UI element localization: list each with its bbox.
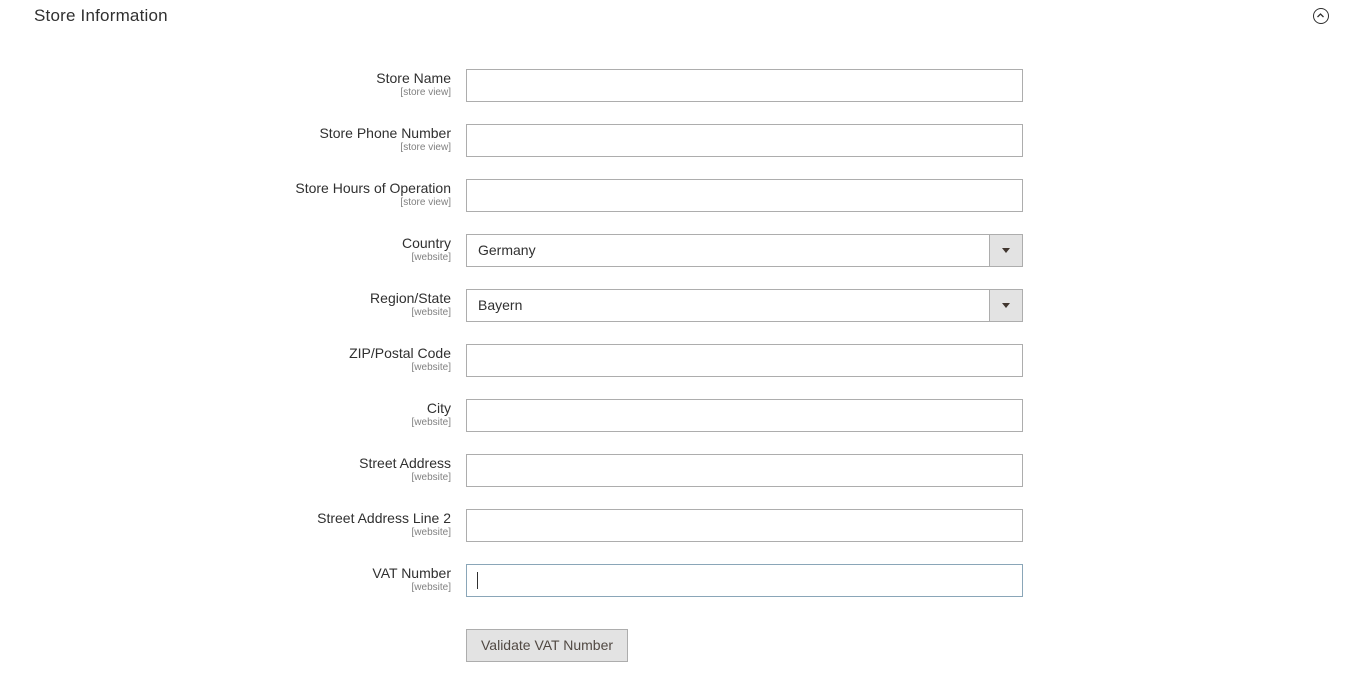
street2-input[interactable] [466,509,1023,542]
store-phone-scope: [store view] [400,142,451,153]
row-store-hours: Store Hours of Operation [store view] [0,179,1352,212]
street2-scope: [website] [411,527,451,538]
region-label-block: Region/State [website] [370,290,451,319]
row-store-phone: Store Phone Number [store view] [0,124,1352,157]
row-region: Region/State [website] Bayern [0,289,1352,322]
row-street2: Street Address Line 2 [website] [0,509,1352,542]
country-scope: [website] [411,252,451,263]
store-phone-input[interactable] [466,124,1023,157]
vat-scope: [website] [411,582,451,593]
store-name-label: Store Name [376,70,451,86]
city-input[interactable] [466,399,1023,432]
validate-vat-button[interactable]: Validate VAT Number [466,629,629,662]
store-name-input[interactable] [466,69,1023,102]
street1-scope: [website] [411,472,451,483]
street1-input[interactable] [466,454,1023,487]
region-select[interactable]: Bayern [466,289,1023,322]
store-hours-label-block: Store Hours of Operation [store view] [295,180,451,209]
row-country: Country [website] Germany [0,234,1352,267]
city-label-block: City [website] [412,400,451,429]
dropdown-arrow-icon[interactable] [989,235,1022,266]
country-select[interactable]: Germany [466,234,1023,267]
region-select-value: Bayern [478,297,523,313]
row-store-name: Store Name [store view] [0,69,1352,102]
country-label: Country [401,235,451,251]
row-zip: ZIP/Postal Code [website] [0,344,1352,377]
vat-label: VAT Number [372,565,451,581]
street1-label-block: Street Address [website] [359,455,451,484]
region-label: Region/State [370,290,451,306]
row-city: City [website] [0,399,1352,432]
street2-label: Street Address Line 2 [317,510,451,526]
text-cursor [477,572,478,589]
row-street1: Street Address [website] [0,454,1352,487]
store-phone-label-block: Store Phone Number [store view] [319,125,451,154]
vat-label-block: VAT Number [website] [372,565,451,594]
city-scope: [website] [411,417,451,428]
country-select-value: Germany [478,242,536,258]
store-name-scope: [store view] [400,87,451,98]
street1-label: Street Address [359,455,451,471]
dropdown-arrow-icon[interactable] [989,290,1022,321]
city-label: City [426,400,451,416]
row-vat: VAT Number [website] [0,564,1352,597]
street2-label-block: Street Address Line 2 [website] [317,510,451,539]
country-label-block: Country [website] [402,235,451,264]
store-hours-scope: [store view] [400,197,451,208]
vat-input[interactable] [466,564,1023,597]
zip-scope: [website] [411,362,451,373]
store-information-form: Store Name [store view] Store Phone Numb… [0,0,1352,681]
zip-input[interactable] [466,344,1023,377]
store-hours-input[interactable] [466,179,1023,212]
zip-label-block: ZIP/Postal Code [website] [349,345,451,374]
store-name-label-block: Store Name [store view] [376,70,451,99]
store-hours-label: Store Hours of Operation [295,180,451,196]
zip-label: ZIP/Postal Code [349,345,451,361]
region-scope: [website] [411,307,451,318]
store-phone-label: Store Phone Number [319,125,451,141]
